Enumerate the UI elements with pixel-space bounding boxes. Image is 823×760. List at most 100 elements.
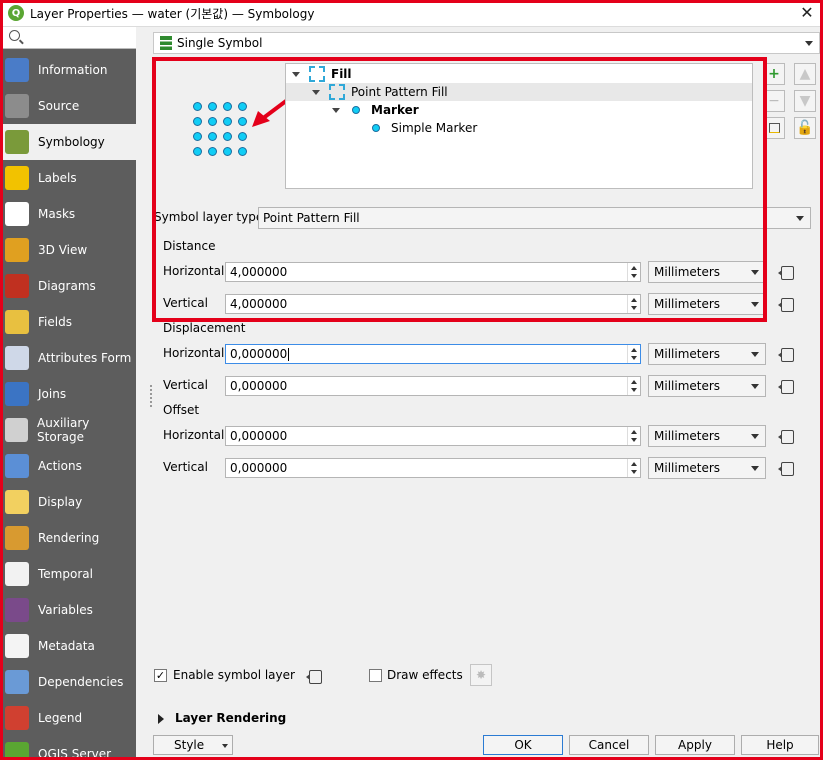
sidebar-item-variables[interactable]: Variables [3, 592, 136, 628]
sidebar-item-information[interactable]: Information [3, 52, 136, 88]
chevron-down-icon [751, 302, 759, 307]
sidebar-item-label: Labels [38, 171, 77, 185]
rendering-icon [5, 526, 29, 550]
apply-button[interactable]: Apply [655, 735, 735, 755]
preview-marker-dot [238, 117, 247, 126]
add-layer-button[interactable]: + [763, 63, 785, 85]
masks-icon [5, 202, 29, 226]
qgis-logo-icon: Q [8, 5, 24, 21]
tree-label-simple-marker: Simple Marker [391, 121, 478, 135]
displacement-vertical-spinbox[interactable]: 0,000000 [225, 376, 641, 396]
sidebar-item-masks[interactable]: Masks [3, 196, 136, 232]
sidebar-item-3d-view[interactable]: 3D View [3, 232, 136, 268]
data-defined-override-icon[interactable] [778, 263, 798, 281]
spin-arrows-icon[interactable] [627, 263, 640, 281]
help-button[interactable]: Help [741, 735, 819, 755]
displacement-horizontal-spinbox[interactable]: 0,000000 [225, 344, 641, 364]
offset-horizontal-spinbox[interactable]: 0,000000 [225, 426, 641, 446]
sidebar-item-source[interactable]: Source [3, 88, 136, 124]
spin-arrows-icon[interactable] [627, 295, 640, 313]
preview-marker-dot [223, 132, 232, 141]
symbol-layer-type-label: Symbol layer type [154, 210, 264, 224]
sidebar-item-joins[interactable]: Joins [3, 376, 136, 412]
splitter-handle[interactable] [150, 385, 152, 407]
tree-item-fill[interactable]: Fill [286, 65, 752, 83]
sidebar-item-auxiliary-storage[interactable]: Auxiliary Storage [3, 412, 136, 448]
sidebar-item-symbology[interactable]: Symbology [3, 124, 136, 160]
sidebar-item-labels[interactable]: Labels [3, 160, 136, 196]
move-up-button[interactable]: ▲ [794, 63, 816, 85]
data-defined-override-icon[interactable] [778, 459, 798, 477]
sidebar-item-label: Information [38, 63, 108, 77]
ok-button[interactable]: OK [483, 735, 563, 755]
expand-arrow-icon[interactable] [158, 714, 164, 724]
star-icon: ✸ [475, 668, 487, 682]
sidebar-item-label: Actions [38, 459, 82, 473]
distance-vertical-unit-select[interactable]: Millimeters [648, 293, 766, 315]
data-defined-override-icon[interactable] [778, 345, 798, 363]
sidebar-item-metadata[interactable]: Metadata [3, 628, 136, 664]
sidebar-item-attributes-form[interactable]: Attributes Form [3, 340, 136, 376]
duplicate-layer-button[interactable] [763, 117, 785, 139]
lock-icon: 🔓 [796, 120, 814, 136]
sidebar-item-temporal[interactable]: Temporal [3, 556, 136, 592]
sidebar-item-label: Masks [38, 207, 76, 221]
sidebar-item-display[interactable]: Display [3, 484, 136, 520]
sidebar-item-fields[interactable]: Fields [3, 304, 136, 340]
symbology-icon [5, 130, 29, 154]
tree-item-point-pattern-fill[interactable]: Point Pattern Fill [286, 83, 752, 101]
spin-arrows-icon[interactable] [627, 345, 640, 363]
enable-symbol-layer-label: Enable symbol layer [173, 668, 295, 682]
sidebar-item-label: Fields [38, 315, 72, 329]
symbol-layer-type-select[interactable]: Point Pattern Fill [258, 207, 811, 229]
displacement-horizontal-unit-select[interactable]: Millimeters [648, 343, 766, 365]
effects-settings-button[interactable]: ✸ [470, 664, 492, 686]
point-pattern-fill-icon [329, 84, 345, 100]
fill-icon [309, 66, 325, 82]
sidebar-item-diagrams[interactable]: Diagrams [3, 268, 136, 304]
source-icon [5, 94, 29, 118]
sidebar-item-label: Attributes Form [38, 351, 132, 365]
sidebar-item-dependencies[interactable]: Dependencies [3, 664, 136, 700]
draw-effects-checkbox[interactable] [369, 669, 382, 682]
enable-symbol-layer-checkbox[interactable]: ✓ [154, 669, 167, 682]
distance-horizontal-spinbox[interactable]: 4,000000 [225, 262, 641, 282]
layer-rendering-section-title[interactable]: Layer Rendering [175, 711, 286, 725]
tree-item-simple-marker[interactable]: Simple Marker [286, 119, 752, 137]
3d-view-icon [5, 238, 29, 262]
cancel-button[interactable]: Cancel [569, 735, 649, 755]
data-defined-override-icon[interactable] [778, 377, 798, 395]
tree-label-marker: Marker [371, 103, 419, 117]
sidebar-search-input[interactable] [3, 27, 136, 49]
auxiliary-storage-icon [5, 418, 29, 442]
temporal-icon [5, 562, 29, 586]
data-defined-override-icon[interactable] [778, 295, 798, 313]
move-down-button[interactable]: ▼ [794, 90, 816, 112]
symbol-layer-tree: Fill Point Pattern Fill Marker Simple Ma… [285, 63, 753, 189]
lock-color-button[interactable]: 🔓 [794, 117, 816, 139]
data-defined-override-icon[interactable] [778, 427, 798, 445]
offset-horizontal-unit-select[interactable]: Millimeters [648, 425, 766, 447]
displacement-vertical-unit-select[interactable]: Millimeters [648, 375, 766, 397]
sidebar-item-actions[interactable]: Actions [3, 448, 136, 484]
close-icon[interactable]: ✕ [797, 3, 817, 23]
spin-arrows-icon[interactable] [627, 459, 640, 477]
remove-layer-button[interactable]: − [763, 90, 785, 112]
spin-arrows-icon[interactable] [627, 377, 640, 395]
distance-section-title: Distance [163, 239, 216, 253]
tree-label-fill: Fill [331, 67, 352, 81]
sidebar-item-legend[interactable]: Legend [3, 700, 136, 736]
style-menu-button[interactable]: Style [153, 735, 233, 755]
sidebar-item-rendering[interactable]: Rendering [3, 520, 136, 556]
distance-horizontal-unit-select[interactable]: Millimeters [648, 261, 766, 283]
tree-item-marker[interactable]: Marker [286, 101, 752, 119]
sidebar-item-qgis-server[interactable]: QGIS Server [3, 736, 136, 757]
chevron-down-icon [751, 384, 759, 389]
style-button-label: Style [174, 738, 205, 752]
distance-vertical-spinbox[interactable]: 4,000000 [225, 294, 641, 314]
spin-arrows-icon[interactable] [627, 427, 640, 445]
data-defined-override-icon[interactable] [306, 667, 326, 685]
offset-vertical-spinbox[interactable]: 0,000000 [225, 458, 641, 478]
offset-vertical-unit-select[interactable]: Millimeters [648, 457, 766, 479]
renderer-select[interactable]: Single Symbol [153, 32, 820, 54]
